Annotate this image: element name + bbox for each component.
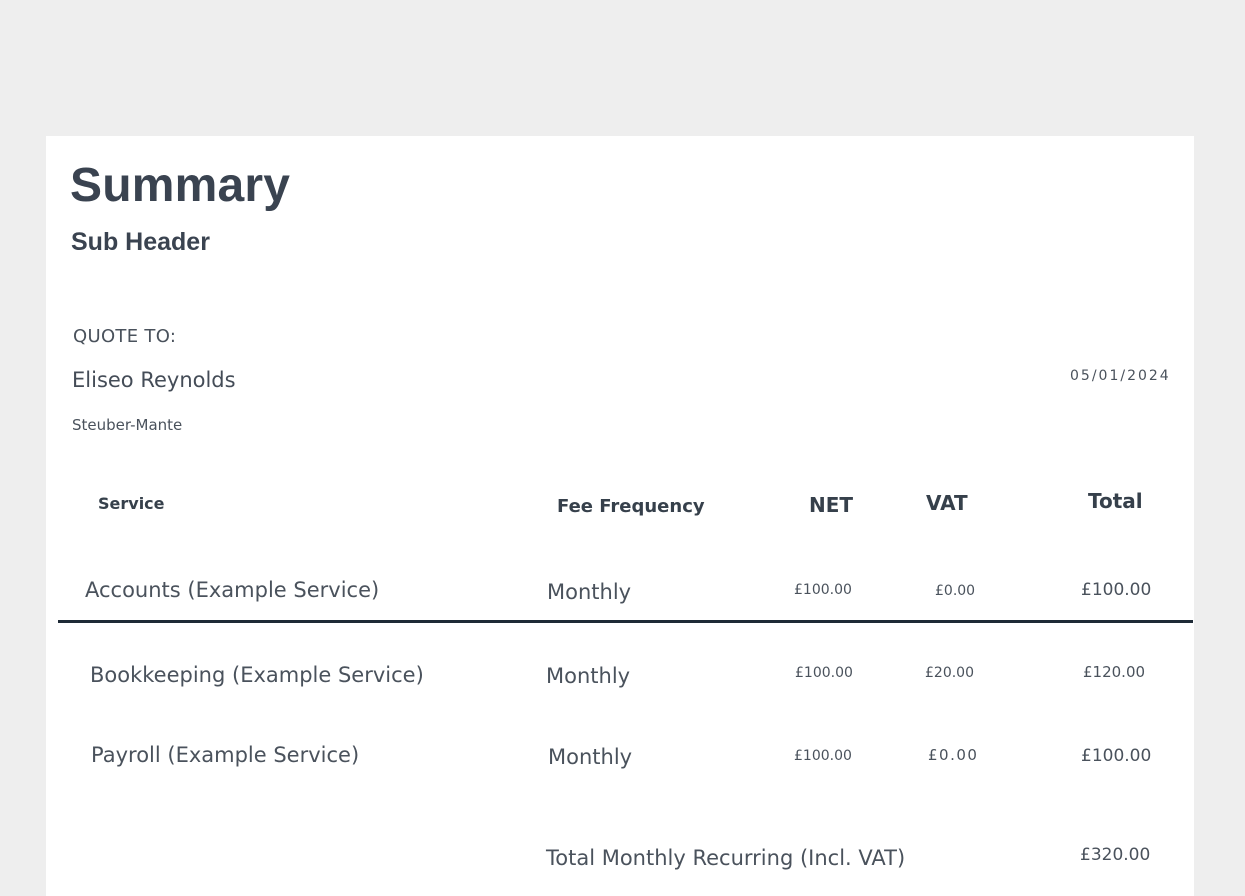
row-vat: £20.00 (925, 665, 974, 681)
page-title: Summary (70, 159, 291, 212)
row-net: £100.00 (795, 665, 853, 681)
row-service: Bookkeeping (Example Service) (90, 663, 424, 687)
column-header-total: Total (1088, 489, 1143, 513)
row-net: £100.00 (794, 582, 852, 598)
quote-date: 05/01/2024 (1070, 368, 1171, 384)
row-frequency: Monthly (548, 745, 633, 769)
column-header-vat: VAT (926, 491, 968, 515)
total-monthly-recurring-label: Total Monthly Recurring (Incl. VAT) (546, 846, 906, 870)
client-company: Steuber-Mante (72, 416, 183, 434)
row-vat: £0.00 (928, 746, 979, 764)
row-service: Payroll (Example Service) (91, 743, 360, 767)
row-total: £100.00 (1081, 746, 1152, 766)
table-divider (58, 620, 1193, 623)
row-service: Accounts (Example Service) (85, 578, 380, 602)
quote-to-label: QUOTE TO: (73, 326, 177, 347)
column-header-fee-frequency: Fee Frequency (557, 496, 705, 517)
row-total: £120.00 (1083, 663, 1146, 681)
row-total: £100.00 (1081, 580, 1152, 600)
row-frequency: Monthly (546, 664, 631, 688)
row-vat: £0.00 (935, 583, 976, 599)
row-net: £100.00 (794, 748, 852, 764)
row-frequency: Monthly (547, 580, 632, 604)
total-monthly-recurring-value: £320.00 (1080, 845, 1151, 865)
column-header-service: Service (98, 494, 165, 513)
quote-summary-page: Summary Sub Header QUOTE TO: Eliseo Reyn… (46, 136, 1194, 896)
column-header-net: NET (809, 493, 854, 517)
client-name: Eliseo Reynolds (72, 368, 236, 392)
page-subheader: Sub Header (71, 228, 210, 256)
